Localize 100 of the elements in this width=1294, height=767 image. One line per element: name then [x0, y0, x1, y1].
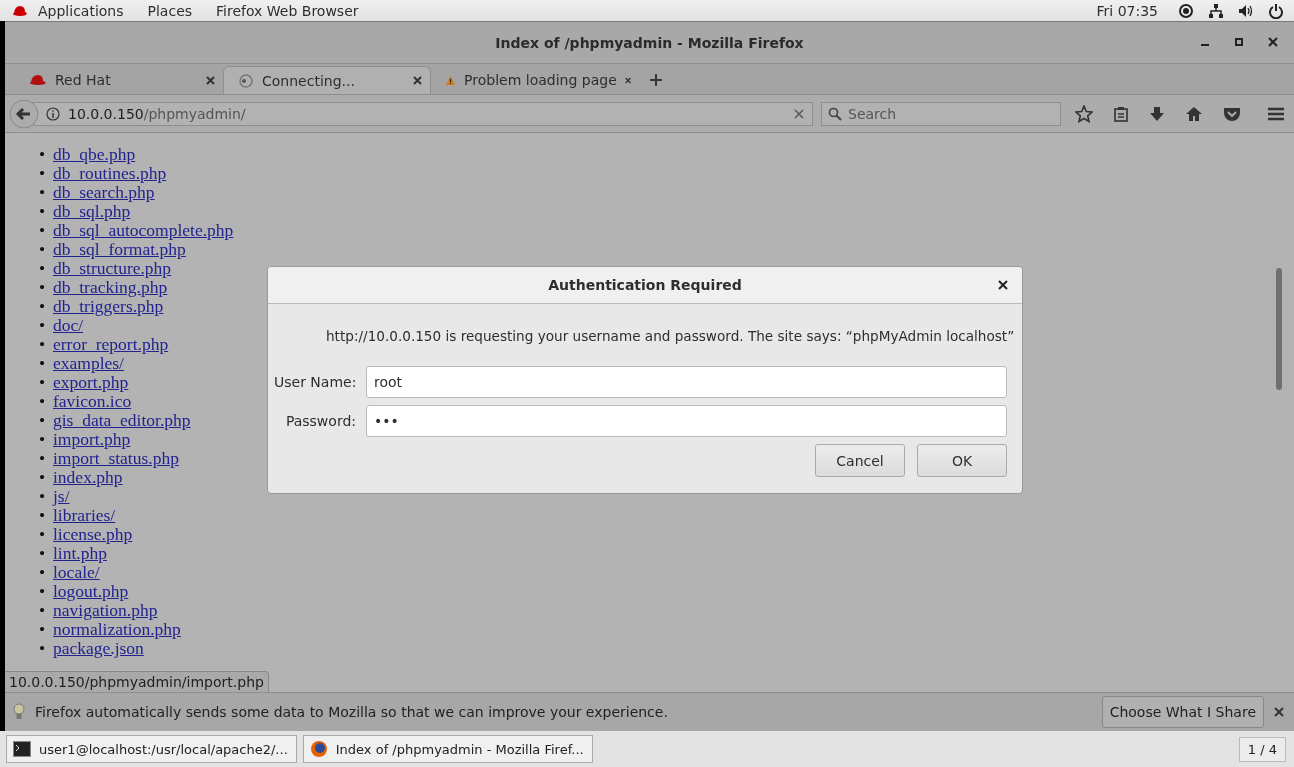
dialog-button[interactable]: OK	[917, 444, 1007, 477]
workspace-indicator[interactable]: 1 / 4	[1238, 736, 1286, 762]
file-link[interactable]: libraries/	[53, 506, 116, 525]
dialog-title: Authentication Required	[548, 277, 742, 293]
file-link[interactable]: import_status.php	[53, 449, 179, 468]
hat-icon	[12, 3, 28, 18]
file-link[interactable]: db_sql_autocomplete.php	[53, 221, 234, 240]
firefox-icon	[309, 740, 328, 758]
maximize-icon[interactable]	[1234, 37, 1244, 47]
file-link[interactable]: lint.php	[53, 544, 107, 563]
scrollbar-thumb[interactable]	[1276, 268, 1282, 390]
file-link[interactable]: locale/	[53, 563, 100, 582]
power-icon[interactable]	[1268, 2, 1284, 19]
taskbar-item[interactable]: user1@localhost:/usr/local/apache2/...	[6, 735, 297, 763]
bullet: •	[39, 430, 47, 449]
bullet: •	[39, 525, 47, 544]
file-link[interactable]: examples/	[53, 354, 124, 373]
file-link[interactable]: gis_data_editor.php	[53, 411, 191, 430]
bullet: •	[39, 506, 47, 525]
input-field[interactable]: •••	[366, 405, 1007, 437]
clear-icon[interactable]	[794, 108, 804, 119]
bullet: •	[39, 278, 47, 297]
close-icon[interactable]	[413, 76, 422, 85]
terminal-icon	[13, 741, 31, 757]
bullet: •	[39, 221, 47, 240]
bullet: •	[39, 639, 47, 658]
file-link[interactable]: db_tracking.php	[53, 278, 168, 297]
bullet: •	[39, 563, 47, 582]
pocket-icon[interactable]	[1223, 105, 1241, 122]
top-menu[interactable]: Places	[147, 2, 193, 19]
bullet: •	[39, 183, 47, 202]
close-icon[interactable]	[1268, 37, 1278, 47]
clipboard-icon[interactable]	[1113, 105, 1129, 122]
browser-tab[interactable]: Red Hat	[15, 66, 223, 94]
new-tab-icon[interactable]	[649, 73, 663, 87]
input-field[interactable]: root	[366, 366, 1007, 398]
bullet: •	[39, 164, 47, 183]
bullet: •	[39, 297, 47, 316]
menu-icon[interactable]	[1267, 105, 1285, 122]
file-link[interactable]: favicon.ico	[53, 392, 132, 411]
bullet: •	[39, 392, 47, 411]
notification-message: Firefox automatically sends some data to Mozilla so that we can improve your experience.	[35, 704, 669, 720]
info-icon	[46, 106, 60, 121]
file-link[interactable]: normalization.php	[53, 620, 181, 639]
file-link[interactable]: js/	[53, 487, 70, 506]
bullet: •	[39, 449, 47, 468]
file-link[interactable]: navigation.php	[53, 601, 158, 620]
taskbar-item[interactable]: Index of /phpmyadmin - Mozilla Firef...	[302, 735, 593, 763]
star-icon[interactable]	[1075, 104, 1093, 123]
target-icon[interactable]	[1178, 2, 1194, 19]
lightbulb-icon	[13, 703, 25, 721]
clock[interactable]: Fri 07:35	[1096, 2, 1158, 19]
bullet: •	[39, 316, 47, 335]
file-link[interactable]: import.php	[53, 430, 131, 449]
bullet: •	[39, 202, 47, 221]
file-link[interactable]: index.php	[53, 468, 123, 487]
browser-tab[interactable]: Connecting...	[223, 66, 431, 94]
top-menu[interactable]: Applications	[38, 2, 124, 19]
back-button[interactable]	[9, 98, 39, 129]
file-link[interactable]: db_sql_format.php	[53, 240, 186, 259]
dialog-message: http://10.0.0.150 is requesting your username and password. The site says: “phpMyAdmin localhost”	[326, 328, 1015, 344]
close-icon[interactable]	[998, 280, 1008, 290]
browser-tab[interactable]: Problem loading page	[431, 66, 639, 94]
bullet: •	[39, 601, 47, 620]
file-link[interactable]: db_triggers.php	[53, 297, 164, 316]
bullet: •	[39, 468, 47, 487]
field-label: Password:	[284, 412, 356, 430]
file-link[interactable]: db_qbe.php	[53, 145, 136, 164]
file-link[interactable]: db_routines.php	[53, 164, 167, 183]
dialog-button[interactable]: Cancel	[815, 444, 905, 477]
top-menu[interactable]: Firefox Web Browser	[216, 2, 359, 19]
file-link[interactable]: export.php	[53, 373, 129, 392]
file-link[interactable]: error_report.php	[53, 335, 169, 354]
bullet: •	[39, 544, 47, 563]
bullet: •	[39, 373, 47, 392]
file-link[interactable]: db_sql.php	[53, 202, 131, 221]
search-icon	[828, 106, 842, 121]
bullet: •	[39, 582, 47, 601]
loading-icon	[238, 72, 254, 89]
file-link[interactable]: license.php	[53, 525, 133, 544]
search-field[interactable]: Search	[821, 101, 1061, 126]
file-link[interactable]: db_structure.php	[53, 259, 172, 278]
address-bar[interactable]: 10.0.0.150/phpmyadmin/	[33, 101, 813, 126]
network-icon[interactable]	[1208, 2, 1224, 19]
bullet: •	[39, 620, 47, 639]
field-label: User Name:	[274, 373, 356, 391]
bullet: •	[39, 240, 47, 259]
bullet: •	[39, 354, 47, 373]
home-icon[interactable]	[1185, 105, 1203, 122]
file-link[interactable]: db_search.php	[53, 183, 155, 202]
choose-share-button[interactable]: Choose What I Share	[1101, 696, 1264, 728]
file-link[interactable]: doc/	[53, 316, 84, 335]
bullet: •	[39, 145, 47, 164]
file-link[interactable]: package.json	[53, 639, 144, 658]
hat-icon	[29, 73, 47, 87]
file-link[interactable]: logout.php	[53, 582, 129, 601]
bullet: •	[39, 487, 47, 506]
bullet: •	[39, 259, 47, 278]
bullet: •	[39, 411, 47, 430]
download-icon[interactable]	[1149, 105, 1165, 122]
